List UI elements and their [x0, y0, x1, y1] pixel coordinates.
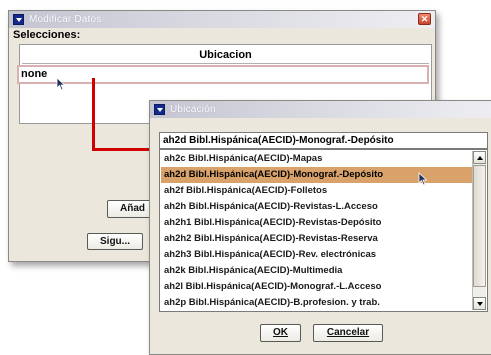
column-header-ubicacion[interactable]: Ubicacion — [22, 47, 429, 64]
close-icon[interactable]: ✕ — [418, 13, 431, 25]
cancel-button[interactable]: Cancelar — [313, 324, 383, 342]
scroll-thumb[interactable] — [473, 165, 486, 287]
ubicacion-dialog: Ubicación ✕ ah2d Bibl.Hispánica(AECID)-M… — [149, 100, 491, 355]
ok-button-label: OK — [273, 327, 288, 338]
main-titlebar[interactable]: Modificar Datos ✕ — [9, 11, 435, 28]
list-scrollbar[interactable] — [472, 151, 486, 310]
list-item[interactable]: ah2h2 Bibl.Hispánica(AECID)-Revistas-Res… — [161, 231, 473, 247]
ubicacion-list[interactable]: ah2c Bibl.Hispánica(AECID)-Mapas ah2d Bi… — [159, 149, 488, 312]
mouse-pointer-icon — [56, 77, 66, 91]
list-item[interactable]: ah2p Bibl.Hispánica(AECID)-B.profesion. … — [161, 295, 473, 311]
next-button[interactable]: Sigu... — [87, 233, 143, 250]
main-window-title: Modificar Datos — [29, 14, 102, 25]
window-icon — [13, 14, 24, 25]
list-item[interactable]: ah2h Bibl.Hispánica(AECID)-Revistas-L.Ac… — [161, 199, 473, 215]
ubicacion-combo[interactable]: ah2d Bibl.Hispánica(AECID)-Monograf.-Dep… — [159, 132, 488, 149]
list-item[interactable]: ah2l Bibl.Hispánica(AECID)-Monograf.-L.A… — [161, 279, 473, 295]
list-item[interactable]: ah2c Bibl.Hispánica(AECID)-Mapas — [161, 151, 473, 167]
mouse-pointer-icon — [418, 172, 428, 186]
list-item[interactable]: ah2h1 Bibl.Hispánica(AECID)-Revistas-Dep… — [161, 215, 473, 231]
dialog-title: Ubicación — [170, 104, 216, 115]
list-item[interactable]: ah2h3 Bibl.Hispánica(AECID)-Rev. electró… — [161, 247, 473, 263]
table-row[interactable]: none — [17, 65, 429, 84]
dialog-titlebar[interactable]: Ubicación ✕ — [150, 101, 491, 118]
selecciones-label: Selecciones: — [13, 29, 81, 41]
scroll-down-icon[interactable] — [473, 297, 486, 310]
window-icon — [154, 104, 165, 115]
ok-button[interactable]: OK — [260, 324, 301, 342]
list-item[interactable]: ah2k Bibl.Hispánica(AECID)-Multimedia — [161, 263, 473, 279]
cancel-button-label: Cancelar — [326, 327, 370, 338]
scroll-up-icon[interactable] — [473, 151, 486, 164]
